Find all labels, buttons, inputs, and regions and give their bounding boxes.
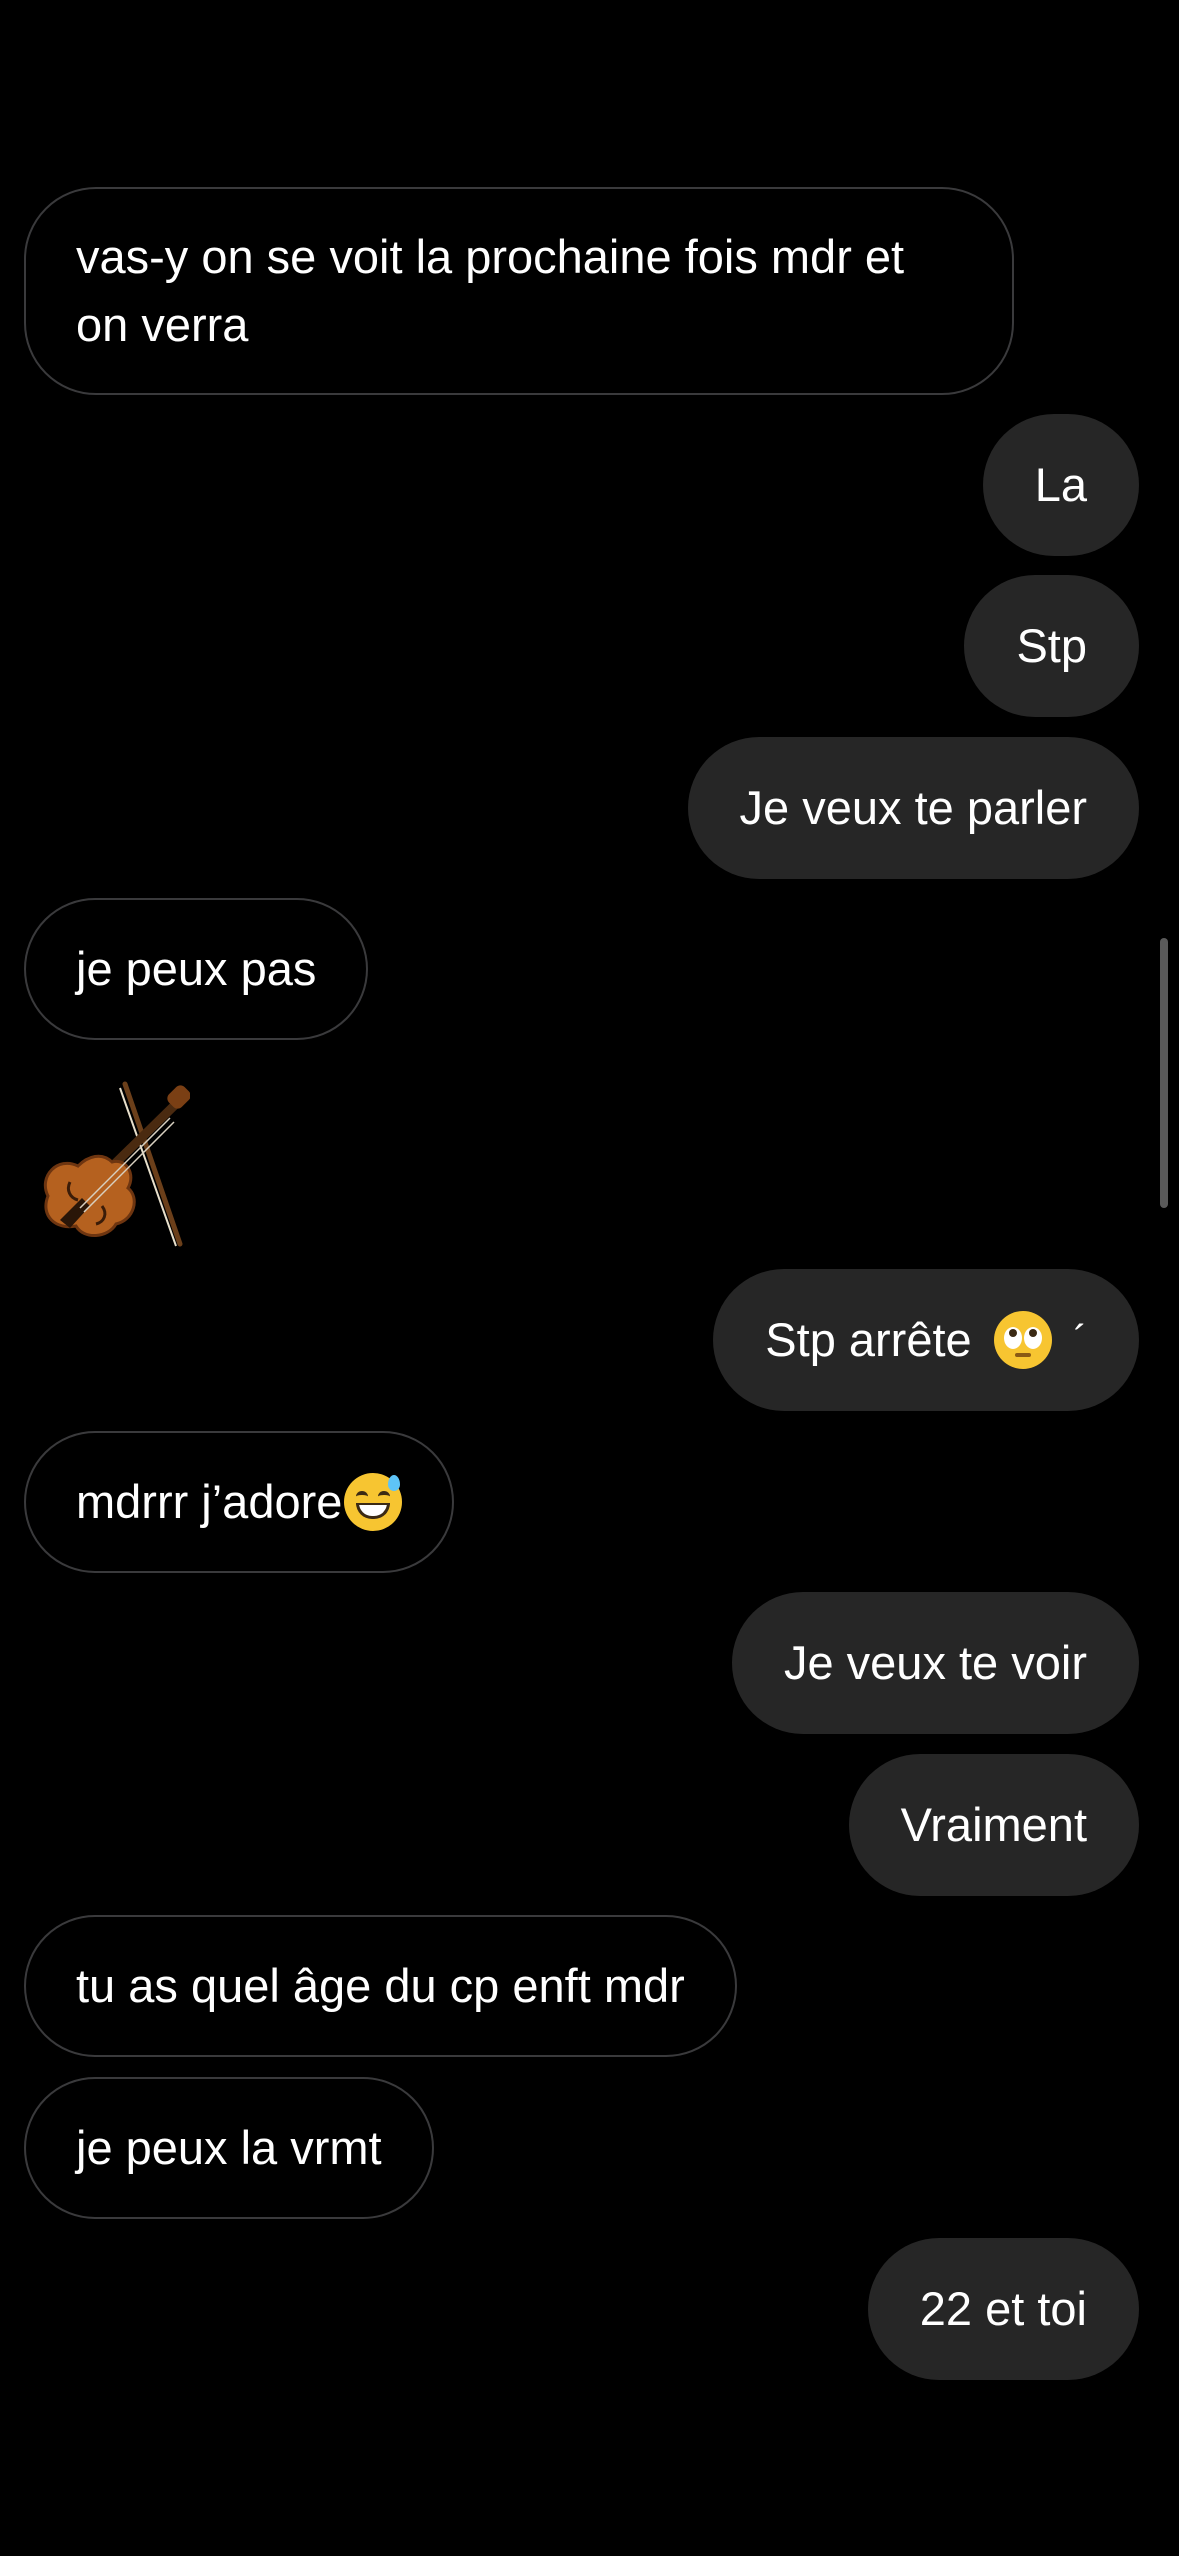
message-text: Je veux te voir: [783, 1636, 1087, 1689]
message-text: vas-y on se voit la prochaine fois mdr e…: [76, 230, 905, 351]
violin-emoji[interactable]: [30, 1078, 190, 1248]
message-text: Stp: [1016, 619, 1087, 672]
message-bubble-outgoing[interactable]: Vraiment: [848, 1754, 1139, 1896]
message-text: tu as quel âge du cp enft mdr: [76, 1959, 685, 2012]
message-text: je peux la vrmt: [76, 2121, 382, 2174]
grinning-face-with-sweat-emoji: [344, 1473, 403, 1531]
message-bubble-incoming[interactable]: je peux pas: [24, 898, 369, 1040]
message-text: mdrrr j’adore: [76, 1475, 343, 1528]
message-text: Vraiment: [900, 1798, 1087, 1851]
scrollbar-thumb[interactable]: [1160, 938, 1168, 1208]
message-bubble-outgoing[interactable]: Stp: [964, 575, 1139, 717]
message-text: La: [1034, 458, 1087, 511]
message-text: je peux pas: [76, 942, 317, 995]
message-suffix: ´: [1073, 1318, 1087, 1362]
message-bubble-outgoing[interactable]: Stp arrête ´: [713, 1269, 1139, 1411]
message-thread: vas-y on se voit la prochaine fois mdr e…: [0, 0, 1179, 2556]
message-bubble-outgoing[interactable]: 22 et toi: [867, 2238, 1139, 2380]
message-bubble-outgoing[interactable]: Je veux te parler: [687, 737, 1139, 879]
message-bubble-incoming[interactable]: vas-y on se voit la prochaine fois mdr e…: [24, 187, 1014, 395]
message-bubble-outgoing[interactable]: Je veux te voir: [731, 1592, 1139, 1734]
message-text: Je veux te parler: [739, 781, 1087, 834]
message-bubble-incoming[interactable]: tu as quel âge du cp enft mdr: [24, 1915, 737, 2057]
message-text: 22 et toi: [919, 2282, 1087, 2335]
message-text: Stp arrête: [765, 1313, 972, 1366]
face-with-rolling-eyes-emoji: [993, 1311, 1052, 1369]
message-bubble-incoming[interactable]: mdrrr j’adore: [24, 1431, 455, 1573]
message-bubble-outgoing[interactable]: La: [982, 414, 1139, 556]
message-bubble-incoming[interactable]: je peux la vrmt: [24, 2077, 434, 2219]
